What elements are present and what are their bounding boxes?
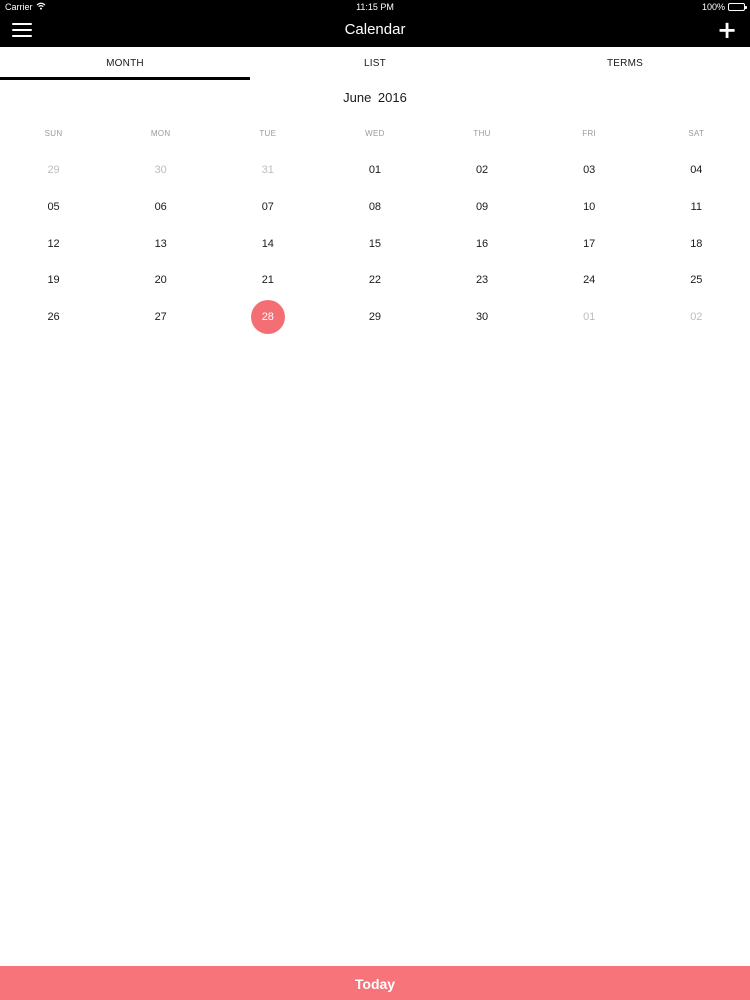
day-cell[interactable]: 22 [321,262,428,299]
day-number: 06 [154,201,167,214]
view-tabs: MONTH LIST TERMS [0,47,750,80]
day-cell[interactable]: 27 [107,299,214,336]
day-number: 29 [368,311,382,324]
day-cell-today[interactable]: 28 [214,299,321,336]
day-cell[interactable]: 02 [643,299,750,336]
add-event-button[interactable]: + [716,17,738,43]
week-row: 12 13 14 15 16 17 18 [0,225,750,262]
weekday-label: FRI [582,129,597,138]
day-cell[interactable]: 16 [429,225,536,262]
weekday-label: THU [473,129,491,138]
day-number: 24 [583,274,596,287]
status-bar: Carrier 11:15 PM 100% [0,0,750,14]
day-number: 19 [47,274,60,287]
day-cell[interactable]: 01 [536,299,643,336]
day-cell[interactable]: 12 [0,225,107,262]
status-time: 11:15 PM [356,2,394,12]
weekday-label: SAT [688,129,705,138]
page-title: Calendar [344,21,406,38]
day-cell[interactable]: 23 [429,262,536,299]
day-cell[interactable]: 07 [214,189,321,226]
day-number: 21 [261,274,274,287]
week-row: 26 27 28 29 30 01 02 [0,299,750,336]
day-number: 03 [583,164,596,177]
day-number: 28 [250,300,285,335]
day-cell[interactable]: 01 [321,152,428,189]
day-number: 08 [368,201,382,214]
day-cell[interactable]: 31 [214,152,321,189]
day-number: 23 [475,274,489,287]
month-title: June 2016 [343,90,407,105]
week-row: 19 20 21 22 23 24 25 [0,262,750,299]
day-cell[interactable]: 06 [107,189,214,226]
day-number: 30 [154,164,167,177]
day-number: 25 [690,274,703,287]
day-number: 22 [368,274,382,287]
day-number: 01 [368,164,382,177]
weekday-header: SUN MON TUE WED THU FRI SAT [0,129,750,138]
day-number: 13 [154,237,167,250]
day-cell[interactable]: 19 [0,262,107,299]
weekday-label: WED [365,129,385,138]
weekday-label: TUE [259,129,277,138]
day-cell[interactable]: 26 [0,299,107,336]
day-cell[interactable]: 29 [321,299,428,336]
status-right: 100% [701,2,747,12]
day-cell[interactable]: 25 [643,262,750,299]
week-row: 29 30 31 01 02 03 04 [0,152,750,189]
day-number: 15 [368,237,382,250]
day-number: 14 [261,237,274,250]
today-button[interactable]: Today [0,966,750,1000]
day-number: 11 [690,201,703,214]
day-number: 16 [475,237,489,250]
nav-bar: Calendar + [0,14,750,47]
day-cell[interactable]: 29 [0,152,107,189]
day-number: 10 [583,201,596,214]
day-number: 09 [475,201,489,214]
day-cell[interactable]: 15 [321,225,428,262]
day-cell[interactable]: 20 [107,262,214,299]
day-number: 12 [47,237,60,250]
day-number: 05 [47,201,60,214]
day-cell[interactable]: 08 [321,189,428,226]
day-cell[interactable]: 03 [536,152,643,189]
day-number: 02 [690,311,703,324]
day-cell[interactable]: 02 [429,152,536,189]
day-cell[interactable]: 09 [429,189,536,226]
day-cell[interactable]: 04 [643,152,750,189]
day-cell[interactable]: 18 [643,225,750,262]
battery-percent: 100% [701,2,725,12]
day-cell[interactable]: 21 [214,262,321,299]
day-cell[interactable]: 05 [0,189,107,226]
tab-list[interactable]: LIST [250,47,500,80]
day-number: 04 [690,164,703,177]
day-number: 20 [154,274,167,287]
weekday-label: MON [150,129,171,138]
day-number: 27 [154,311,167,324]
day-cell[interactable]: 10 [536,189,643,226]
day-cell[interactable]: 30 [429,299,536,336]
day-cell[interactable]: 14 [214,225,321,262]
day-cell[interactable]: 17 [536,225,643,262]
day-number: 02 [475,164,489,177]
day-cell[interactable]: 24 [536,262,643,299]
day-number: 01 [583,311,596,324]
day-number: 07 [261,201,274,214]
week-row: 05 06 07 08 09 10 11 [0,189,750,226]
day-number: 18 [690,237,703,250]
weekday-label: SUN [44,129,63,138]
day-cell[interactable]: 13 [107,225,214,262]
tab-terms[interactable]: TERMS [500,47,750,80]
day-cell[interactable]: 11 [643,189,750,226]
day-number: 17 [583,237,596,250]
calendar-grid: 29 30 31 01 02 03 04 05 06 07 08 09 10 11 12 13 14 15 16 17… [0,152,750,335]
tab-month[interactable]: MONTH [0,47,250,80]
day-number: 31 [261,164,274,177]
day-number: 26 [47,311,60,324]
day-number: 29 [47,164,60,177]
day-cell[interactable]: 30 [107,152,214,189]
day-number: 30 [475,311,489,324]
battery-icon [728,3,747,11]
